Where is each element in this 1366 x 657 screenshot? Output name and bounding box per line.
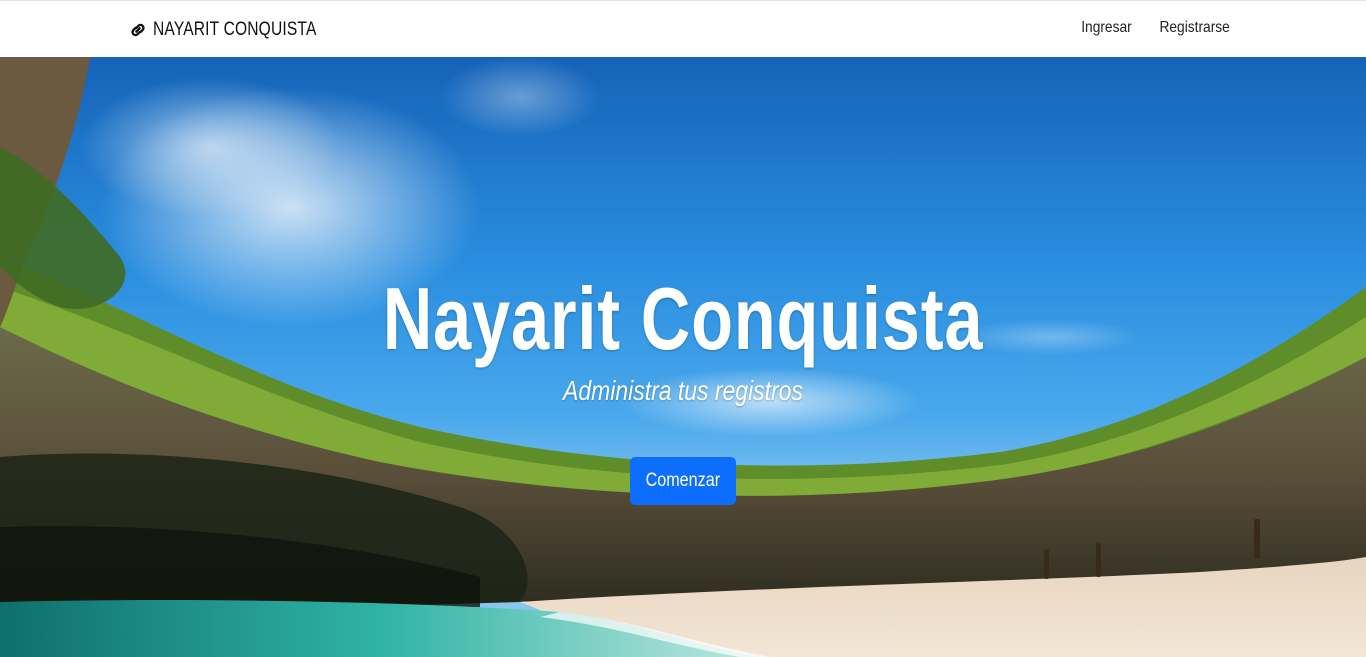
hero-title: Nayarit Conquista bbox=[382, 269, 984, 368]
comenzar-button-label: Comenzar bbox=[645, 470, 721, 491]
brand-link[interactable]: NAYARIT CONQUISTA bbox=[128, 18, 352, 42]
nav-links: Ingresar Registrarse bbox=[1073, 19, 1230, 37]
link-icon bbox=[131, 23, 145, 37]
top-navbar: NAYARIT CONQUISTA Ingresar Registrarse bbox=[0, 0, 1366, 57]
hero-section: Nayarit Conquista Administra tus registr… bbox=[0, 57, 1366, 657]
hero-content: Nayarit Conquista Administra tus registr… bbox=[0, 57, 1366, 657]
comenzar-button[interactable]: Comenzar bbox=[630, 457, 736, 505]
nav-link-registrarse[interactable]: Registrarse bbox=[1160, 19, 1230, 37]
hero-subtitle: Administra tus registros bbox=[563, 375, 803, 406]
nav-link-ingresar[interactable]: Ingresar bbox=[1082, 19, 1132, 37]
brand-text: NAYARIT CONQUISTA bbox=[153, 19, 317, 40]
